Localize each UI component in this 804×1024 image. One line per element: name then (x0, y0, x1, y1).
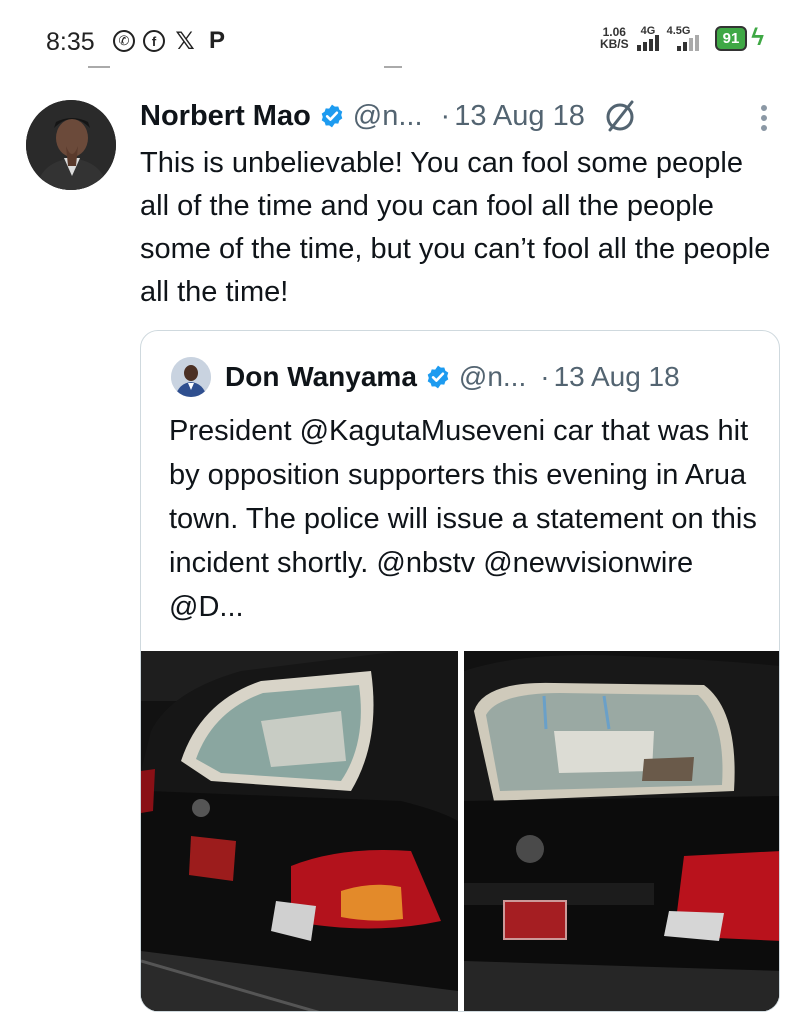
tweet-date[interactable]: 13 Aug 18 (454, 100, 585, 133)
facebook-icon: f (143, 30, 165, 52)
divider (88, 66, 110, 68)
tweet-header: Norbert Mao @n... · 13 Aug 18 (140, 96, 780, 136)
p-icon: P (208, 27, 225, 54)
grok-icon[interactable] (601, 97, 639, 135)
car-photo-1[interactable] (141, 651, 458, 1011)
quoted-author-name[interactable]: Don Wanyama (225, 361, 417, 393)
more-options-icon[interactable] (760, 104, 768, 132)
status-bar: 8:35 ✆ f 𝕏 P 1.06 KB/S 4G 4.5G 91 ϟ (0, 0, 804, 80)
charging-icon: ϟ (751, 24, 764, 51)
battery-level: 91 (714, 25, 748, 51)
quoted-tweet-header: Don Wanyama @n... · 13 Aug 18 (171, 357, 680, 397)
verified-badge-icon (427, 365, 449, 389)
car-photo-2[interactable] (464, 651, 779, 1011)
data-speed: 1.06 KB/S (600, 26, 629, 50)
author-handle[interactable]: @n... (353, 100, 423, 133)
notification-icons: ✆ f 𝕏 P (113, 27, 229, 55)
tweet-body: Norbert Mao @n... · 13 Aug 18 This is un… (140, 96, 780, 314)
quoted-tweet-text: President @KagutaMuseveni car that was h… (169, 415, 757, 623)
divider (384, 66, 402, 68)
network-type-1: 4G (640, 25, 656, 37)
network-type-2: 4.5G (666, 25, 691, 37)
status-time: 8:35 (46, 28, 95, 56)
system-indicators: 1.06 KB/S 4G 4.5G 91 ϟ (600, 24, 764, 52)
quoted-author-handle[interactable]: @n... (459, 361, 526, 393)
quoted-tweet[interactable]: Don Wanyama @n... · 13 Aug 18 President … (140, 330, 780, 1012)
quoted-tweet-date[interactable]: 13 Aug 18 (554, 361, 680, 393)
author-name[interactable]: Norbert Mao (140, 100, 311, 133)
verified-badge-icon (321, 104, 343, 128)
whatsapp-icon: ✆ (113, 30, 135, 52)
signal-icon-2: 4.5G (667, 25, 707, 51)
separator: · (540, 361, 550, 392)
tweet-text: This is unbelievable! You can fool some … (140, 147, 771, 308)
avatar[interactable] (26, 100, 116, 190)
quoted-avatar[interactable] (171, 357, 211, 397)
quoted-media-grid (141, 651, 779, 1011)
separator: · (440, 99, 451, 132)
signal-icon-1: 4G (636, 25, 659, 51)
data-speed-unit: KB/S (599, 37, 629, 51)
x-icon: 𝕏 (175, 27, 195, 55)
